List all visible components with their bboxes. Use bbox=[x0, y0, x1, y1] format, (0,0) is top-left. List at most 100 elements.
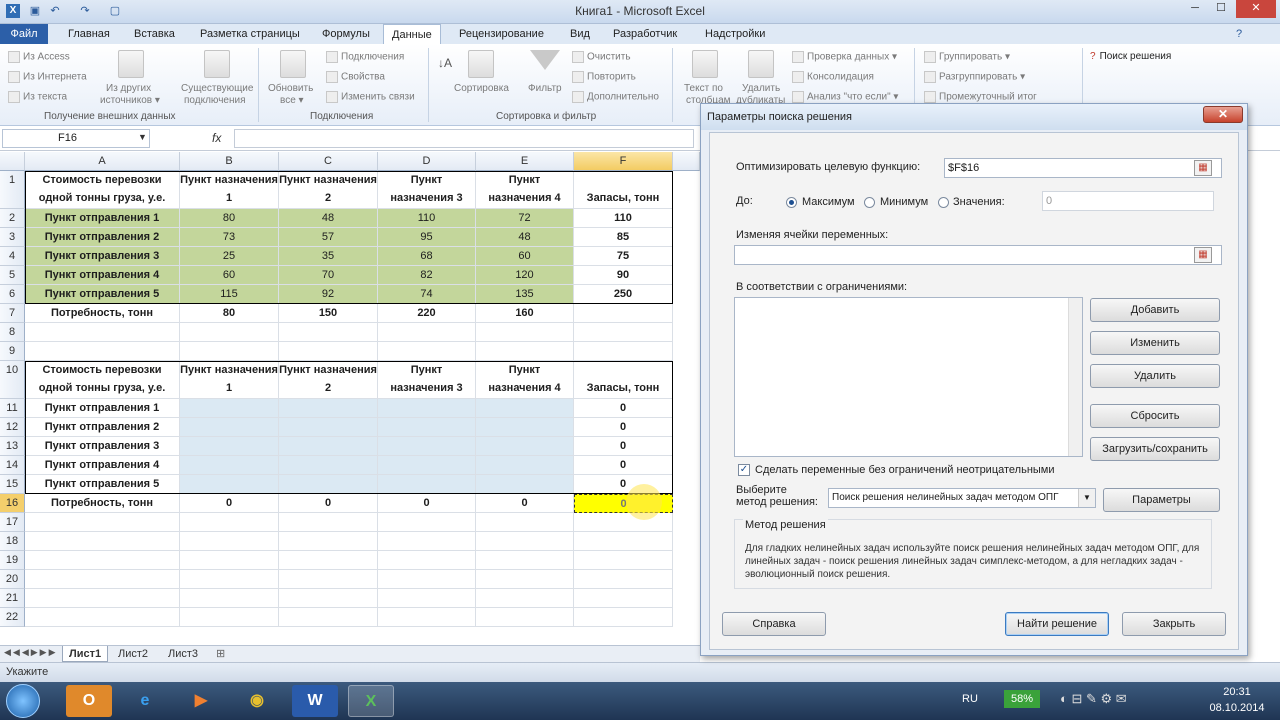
table-cell[interactable]: 68 bbox=[378, 247, 476, 266]
table-column-header[interactable]: Пункт назначения 1 bbox=[180, 171, 279, 209]
redo-icon[interactable]: ↷ bbox=[78, 4, 92, 18]
ungroup-button[interactable]: Разгруппировать ▾ bbox=[924, 71, 1025, 83]
value-input[interactable]: 0 bbox=[1042, 191, 1214, 211]
taskbar-word-icon[interactable]: W bbox=[292, 685, 338, 717]
empty-cell[interactable] bbox=[476, 570, 574, 589]
table-cell[interactable] bbox=[279, 418, 378, 437]
nonneg-label[interactable]: Сделать переменные без ограничений неотр… bbox=[755, 464, 1055, 476]
row-header[interactable]: 8 bbox=[0, 323, 25, 342]
data-validation-button[interactable]: Проверка данных ▾ bbox=[792, 51, 897, 63]
formula-input[interactable] bbox=[234, 129, 694, 148]
table-column-header[interactable]: Пункт назначения 1 bbox=[180, 361, 279, 399]
sheet-tab-3[interactable]: Лист3 bbox=[162, 646, 204, 662]
row-header[interactable]: 12 bbox=[0, 418, 25, 437]
taskbar-media-icon[interactable]: ▶ bbox=[178, 685, 224, 717]
empty-cell[interactable] bbox=[25, 551, 180, 570]
row-header[interactable]: 2 bbox=[0, 209, 25, 228]
radio-max-label[interactable]: Максимум bbox=[802, 196, 855, 208]
table-cell[interactable]: 135 bbox=[476, 285, 574, 304]
tab-review[interactable]: Рецензирование bbox=[451, 24, 552, 44]
row-header[interactable]: 20 bbox=[0, 570, 25, 589]
empty-cell[interactable] bbox=[574, 589, 673, 608]
battery-indicator[interactable]: 58% bbox=[1004, 690, 1040, 708]
group-button[interactable]: Группировать ▾ bbox=[924, 51, 1010, 63]
empty-cell[interactable] bbox=[574, 513, 673, 532]
empty-cell[interactable] bbox=[180, 608, 279, 627]
table-cell[interactable] bbox=[180, 475, 279, 494]
empty-cell[interactable] bbox=[476, 589, 574, 608]
close-window-button[interactable]: ✕ bbox=[1236, 0, 1276, 18]
changing-cells-input[interactable] bbox=[734, 245, 1222, 265]
table-cell[interactable] bbox=[180, 418, 279, 437]
refresh-icon[interactable] bbox=[280, 50, 306, 78]
table-column-header[interactable]: Запасы, тонн bbox=[574, 361, 673, 399]
filter-icon[interactable] bbox=[530, 50, 560, 70]
empty-cell[interactable] bbox=[25, 513, 180, 532]
empty-cell[interactable] bbox=[378, 589, 476, 608]
empty-cell[interactable] bbox=[378, 532, 476, 551]
reset-button[interactable]: Сбросить bbox=[1090, 404, 1220, 428]
from-other-label-1[interactable]: Из других bbox=[106, 83, 151, 94]
minimize-button[interactable]: ─ bbox=[1182, 0, 1208, 18]
solver-button[interactable]: ? Поиск решения bbox=[1090, 51, 1171, 62]
table-cell[interactable] bbox=[476, 418, 574, 437]
objective-input[interactable]: $F$16 bbox=[944, 158, 1222, 178]
change-button[interactable]: Изменить bbox=[1090, 331, 1220, 355]
row-label[interactable]: Пункт отправления 3 bbox=[25, 437, 180, 456]
advanced-button[interactable]: Дополнительно bbox=[572, 91, 659, 103]
row-header[interactable]: 10 bbox=[0, 361, 25, 399]
empty-cell[interactable] bbox=[378, 323, 476, 342]
sort-icon[interactable] bbox=[468, 50, 494, 78]
table-cell[interactable]: 90 bbox=[574, 266, 673, 285]
row-header[interactable]: 4 bbox=[0, 247, 25, 266]
table-cell[interactable] bbox=[180, 437, 279, 456]
from-access-button[interactable]: Из Access bbox=[8, 51, 70, 63]
name-box-dropdown-icon[interactable]: ▼ bbox=[138, 132, 147, 142]
filter-button[interactable]: Фильтр bbox=[528, 83, 562, 94]
radio-min-label[interactable]: Минимум bbox=[880, 196, 928, 208]
radio-min[interactable] bbox=[864, 197, 875, 208]
table-cell[interactable] bbox=[279, 399, 378, 418]
table-cell[interactable]: 60 bbox=[476, 247, 574, 266]
empty-cell[interactable] bbox=[180, 323, 279, 342]
table-column-header[interactable]: Пункт назначения 4 bbox=[476, 361, 574, 399]
existing-connections-icon[interactable] bbox=[204, 50, 230, 78]
add-button[interactable]: Добавить bbox=[1090, 298, 1220, 322]
table-cell[interactable] bbox=[378, 437, 476, 456]
row-header[interactable]: 5 bbox=[0, 266, 25, 285]
empty-cell[interactable] bbox=[180, 513, 279, 532]
table-cell[interactable]: 110 bbox=[574, 209, 673, 228]
demand-cell[interactable]: 220 bbox=[378, 304, 476, 323]
other-sources-icon[interactable] bbox=[118, 50, 144, 78]
row-label[interactable]: Пункт отправления 4 bbox=[25, 456, 180, 475]
empty-cell[interactable] bbox=[180, 589, 279, 608]
empty-cell[interactable] bbox=[574, 532, 673, 551]
table-cell[interactable]: 48 bbox=[476, 228, 574, 247]
column-header[interactable]: B bbox=[180, 152, 279, 171]
table-cell[interactable]: 72 bbox=[476, 209, 574, 228]
empty-cell[interactable] bbox=[574, 570, 673, 589]
empty-cell[interactable] bbox=[378, 342, 476, 361]
demand-cell[interactable] bbox=[574, 304, 673, 323]
empty-cell[interactable] bbox=[574, 551, 673, 570]
table-cell[interactable] bbox=[279, 437, 378, 456]
tab-formulas[interactable]: Формулы bbox=[314, 24, 378, 44]
table-corner-header[interactable]: Стоимость перевозки одной тонны груза, у… bbox=[25, 361, 180, 399]
table-cell[interactable] bbox=[180, 456, 279, 475]
row-label[interactable]: Пункт отправления 2 bbox=[25, 418, 180, 437]
empty-cell[interactable] bbox=[25, 570, 180, 589]
from-web-button[interactable]: Из Интернета bbox=[8, 71, 87, 83]
taskbar-outlook-icon[interactable]: O bbox=[66, 685, 112, 717]
remove-duplicates-icon[interactable] bbox=[748, 50, 774, 78]
edit-links-button[interactable]: Изменить связи bbox=[326, 91, 415, 103]
table-column-header[interactable]: Пункт назначения 3 bbox=[378, 171, 476, 209]
table-cell[interactable]: 0 bbox=[574, 399, 673, 418]
clock-time[interactable]: 20:31 bbox=[1212, 686, 1262, 698]
demand-cell[interactable]: 0 bbox=[279, 494, 378, 513]
empty-cell[interactable] bbox=[25, 608, 180, 627]
delete-button[interactable]: Удалить bbox=[1090, 364, 1220, 388]
empty-cell[interactable] bbox=[180, 342, 279, 361]
row-header[interactable]: 21 bbox=[0, 589, 25, 608]
table-cell[interactable] bbox=[378, 456, 476, 475]
empty-cell[interactable] bbox=[574, 342, 673, 361]
